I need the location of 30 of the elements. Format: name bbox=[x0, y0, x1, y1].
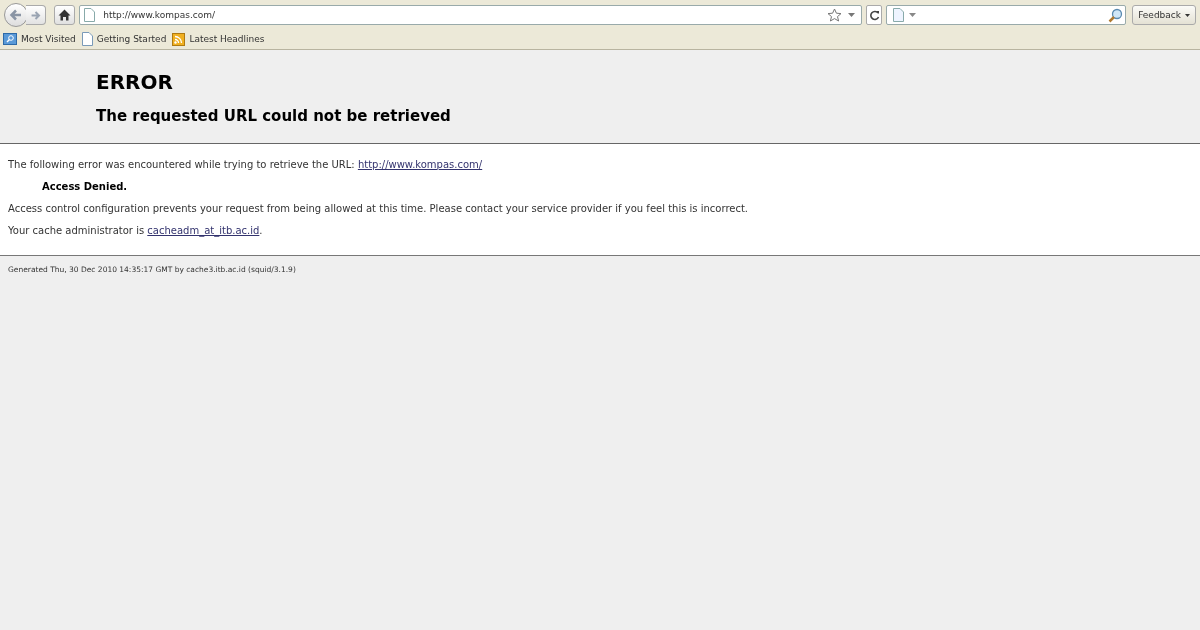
search-field[interactable] bbox=[886, 5, 1127, 25]
dropdown-icon[interactable] bbox=[848, 13, 856, 17]
address-bar[interactable]: http://www.kompas.com/ bbox=[79, 5, 863, 25]
bookmark-item[interactable]: Most Visited bbox=[3, 32, 76, 46]
reload-icon bbox=[868, 9, 880, 21]
forward-button[interactable] bbox=[26, 5, 46, 25]
error-title: ERROR bbox=[96, 70, 174, 94]
right-arrow-icon bbox=[30, 9, 41, 21]
page-icon bbox=[81, 32, 93, 46]
dropdown-icon bbox=[1185, 13, 1190, 17]
home-icon bbox=[58, 9, 72, 21]
left-arrow-icon bbox=[9, 8, 23, 22]
home-button[interactable] bbox=[54, 5, 76, 25]
page-icon bbox=[893, 8, 905, 22]
feed-icon bbox=[172, 32, 186, 46]
back-button[interactable] bbox=[4, 3, 28, 27]
dropdown-icon[interactable] bbox=[909, 13, 917, 17]
error-subtitle: The requested URL could not be retrieved bbox=[96, 107, 452, 125]
search-icon[interactable] bbox=[1108, 7, 1124, 23]
page-icon bbox=[84, 8, 96, 22]
feedback-button[interactable]: Feedback bbox=[1132, 5, 1196, 25]
access-denied-text: Access Denied. bbox=[42, 180, 129, 193]
url-link[interactable]: http://www.kompas.com/ bbox=[357, 159, 483, 170]
bookmark-item[interactable]: Latest Headlines bbox=[172, 32, 265, 46]
admin-text: Your cache administrator is cacheadm_at_itb.ac.id. bbox=[8, 224, 264, 237]
error-intro: The following error was encountered while trying to retrieve the URL: http://www.kompas.com/ bbox=[8, 158, 484, 171]
bookmark-item[interactable]: Getting Started bbox=[81, 32, 167, 46]
reload-button[interactable] bbox=[866, 5, 883, 25]
explanation-text: Access control configuration prevents your request from being allowed at this time. Please contact your service provider if you feel this is incorrect. bbox=[8, 202, 750, 215]
star-icon[interactable] bbox=[827, 8, 843, 22]
